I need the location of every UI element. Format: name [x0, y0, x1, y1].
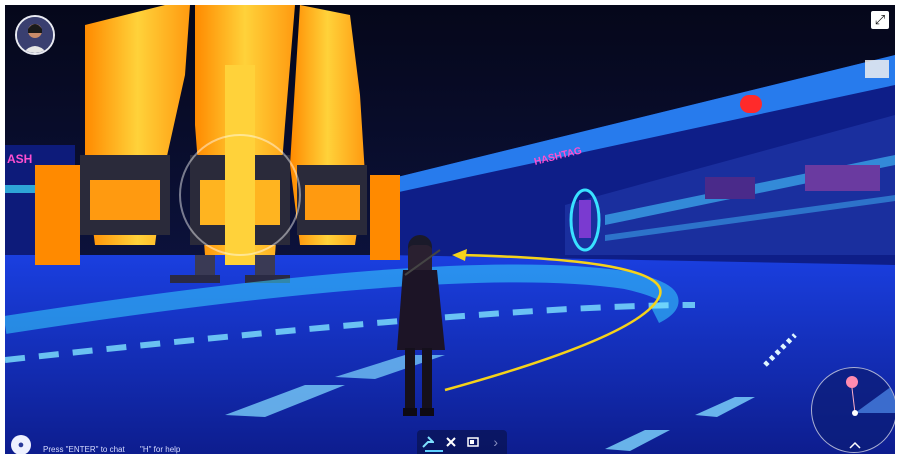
player-position-marker	[852, 410, 858, 416]
minimap-landmark	[846, 376, 858, 388]
game-viewport[interactable]: ASH HASHTAG ⤢ ● Press "ENTER" to chat "H…	[5, 5, 895, 454]
player-avatar[interactable]	[15, 15, 55, 55]
hashtag-banner-left: ASH	[7, 152, 32, 166]
arena-scene[interactable]: ASH HASHTAG	[5, 5, 895, 454]
expand-icon[interactable]: ⤢	[871, 11, 889, 29]
walk-mode-icon[interactable]	[420, 434, 436, 450]
gallery-icon[interactable]	[465, 434, 481, 450]
minimap[interactable]	[811, 367, 895, 453]
chat-bubble-icon[interactable]: ●	[11, 435, 31, 454]
emote-icon[interactable]	[443, 434, 459, 450]
action-toolbar: ›	[417, 430, 507, 454]
active-tab-indicator	[425, 450, 443, 452]
chat-hint: Press "ENTER" to chat	[43, 445, 125, 454]
chevron-right-icon[interactable]: ›	[488, 434, 504, 450]
view-cone	[855, 386, 895, 413]
home-icon[interactable]	[849, 441, 861, 449]
help-hint: "H" for help	[140, 445, 181, 454]
avatar-portrait-icon	[17, 17, 53, 53]
